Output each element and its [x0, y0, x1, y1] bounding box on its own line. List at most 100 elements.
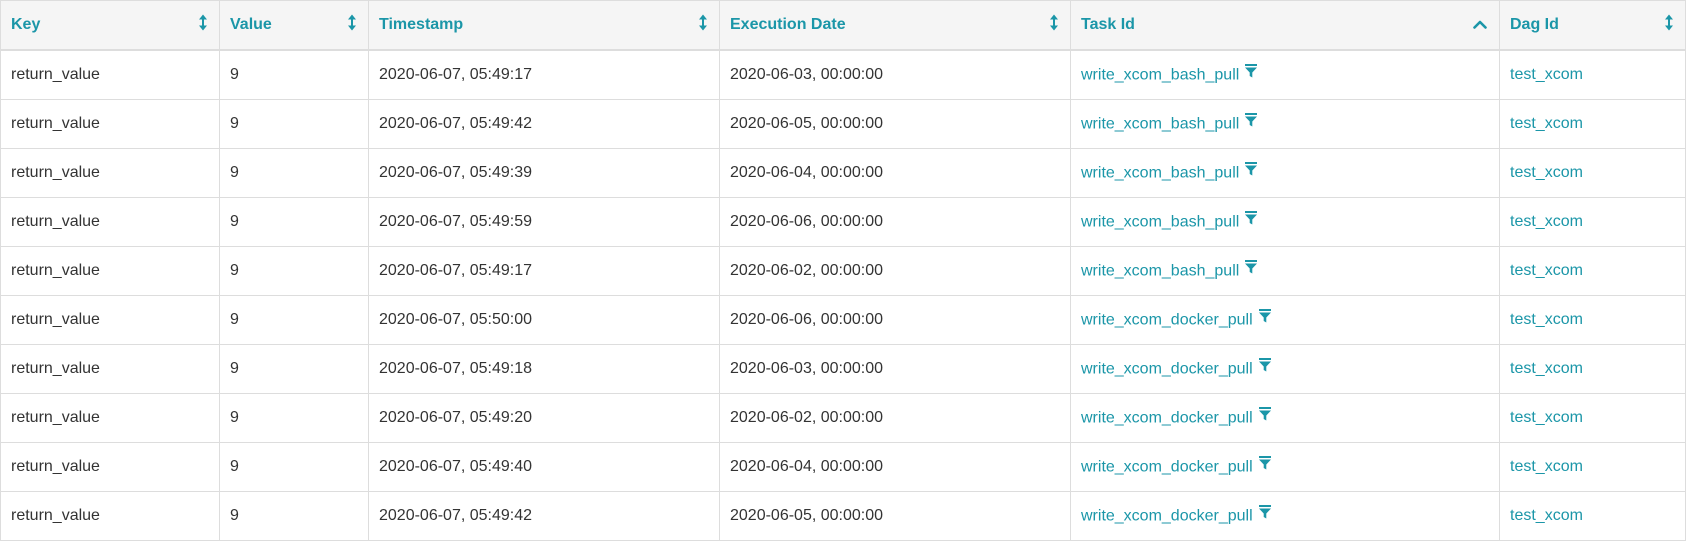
- task-id-link[interactable]: write_xcom_bash_pull: [1081, 262, 1239, 279]
- filter-icon[interactable]: [1245, 112, 1258, 132]
- column-header-task-id[interactable]: Task Id: [1070, 0, 1500, 51]
- task-id-link[interactable]: write_xcom_bash_pull: [1081, 115, 1239, 132]
- cell-key: return_value: [0, 197, 220, 247]
- cell-value: 9: [219, 148, 369, 198]
- cell-value: 9: [219, 295, 369, 345]
- dag-id-link[interactable]: test_xcom: [1510, 213, 1583, 230]
- cell-execution-date: 2020-06-04, 00:00:00: [719, 442, 1071, 492]
- key-text: return_value: [11, 164, 100, 181]
- dag-id-link[interactable]: test_xcom: [1510, 115, 1583, 132]
- table-header-row: Key Value Timestamp Execution Date Task …: [0, 0, 1686, 51]
- column-header-key[interactable]: Key: [0, 0, 220, 51]
- dag-id-link[interactable]: test_xcom: [1510, 360, 1583, 377]
- sort-both-icon[interactable]: [348, 14, 356, 36]
- value-text: 9: [230, 360, 239, 377]
- timestamp-text: 2020-06-07, 05:49:39: [379, 164, 533, 181]
- column-header-label: Value: [230, 15, 272, 33]
- filter-icon[interactable]: [1245, 161, 1258, 181]
- filter-icon[interactable]: [1258, 308, 1271, 328]
- cell-execution-date: 2020-06-03, 00:00:00: [719, 49, 1071, 100]
- task-id-link[interactable]: write_xcom_docker_pull: [1081, 311, 1253, 328]
- cell-task-id: write_xcom_bash_pull: [1070, 197, 1500, 247]
- cell-dag-id: test_xcom: [1499, 393, 1686, 443]
- cell-task-id: write_xcom_docker_pull: [1070, 295, 1500, 345]
- cell-dag-id: test_xcom: [1499, 442, 1686, 492]
- filter-icon[interactable]: [1258, 406, 1271, 426]
- cell-value: 9: [219, 344, 369, 394]
- cell-task-id: write_xcom_docker_pull: [1070, 442, 1500, 492]
- cell-dag-id: test_xcom: [1499, 197, 1686, 247]
- cell-dag-id: test_xcom: [1499, 295, 1686, 345]
- sort-both-icon[interactable]: [1665, 14, 1673, 36]
- value-text: 9: [230, 213, 239, 230]
- sort-both-icon[interactable]: [199, 14, 207, 36]
- column-header-execution-date[interactable]: Execution Date: [719, 0, 1071, 51]
- column-header-timestamp[interactable]: Timestamp: [368, 0, 720, 51]
- column-header-dag-id[interactable]: Dag Id: [1499, 0, 1686, 51]
- filter-icon[interactable]: [1245, 259, 1258, 279]
- cell-timestamp: 2020-06-07, 05:49:40: [368, 442, 720, 492]
- sort-both-icon[interactable]: [1050, 14, 1058, 36]
- cell-key: return_value: [0, 442, 220, 492]
- cell-execution-date: 2020-06-06, 00:00:00: [719, 295, 1071, 345]
- key-text: return_value: [11, 458, 100, 475]
- cell-dag-id: test_xcom: [1499, 491, 1686, 541]
- task-id-link[interactable]: write_xcom_docker_pull: [1081, 409, 1253, 426]
- cell-execution-date: 2020-06-03, 00:00:00: [719, 344, 1071, 394]
- task-id-link[interactable]: write_xcom_docker_pull: [1081, 360, 1253, 377]
- cell-dag-id: test_xcom: [1499, 148, 1686, 198]
- task-id-link[interactable]: write_xcom_docker_pull: [1081, 458, 1253, 475]
- task-id-link[interactable]: write_xcom_docker_pull: [1081, 507, 1253, 524]
- cell-timestamp: 2020-06-07, 05:49:59: [368, 197, 720, 247]
- table-row: return_value 9 2020-06-07, 05:49:17 2020-06…: [0, 246, 1686, 296]
- filter-icon[interactable]: [1258, 455, 1271, 475]
- dag-id-link[interactable]: test_xcom: [1510, 409, 1583, 426]
- column-header-label: Key: [11, 15, 41, 33]
- table-body: return_value 9 2020-06-07, 05:49:17 2020-06…: [0, 49, 1686, 541]
- column-header-value[interactable]: Value: [219, 0, 369, 51]
- cell-value: 9: [219, 393, 369, 443]
- cell-task-id: write_xcom_bash_pull: [1070, 246, 1500, 296]
- key-text: return_value: [11, 115, 100, 132]
- sort-asc-icon[interactable]: [1473, 16, 1487, 34]
- timestamp-text: 2020-06-07, 05:49:42: [379, 507, 533, 524]
- table-row: return_value 9 2020-06-07, 05:49:20 2020-06…: [0, 393, 1686, 443]
- cell-timestamp: 2020-06-07, 05:49:17: [368, 246, 720, 296]
- dag-id-link[interactable]: test_xcom: [1510, 66, 1583, 83]
- sort-both-icon[interactable]: [699, 14, 707, 36]
- cell-execution-date: 2020-06-05, 00:00:00: [719, 99, 1071, 149]
- timestamp-text: 2020-06-07, 05:50:00: [379, 311, 533, 328]
- cell-key: return_value: [0, 344, 220, 394]
- execution-date-text: 2020-06-06, 00:00:00: [730, 311, 884, 328]
- cell-value: 9: [219, 246, 369, 296]
- cell-value: 9: [219, 491, 369, 541]
- filter-icon[interactable]: [1245, 63, 1258, 83]
- cell-key: return_value: [0, 295, 220, 345]
- dag-id-link[interactable]: test_xcom: [1510, 164, 1583, 181]
- dag-id-link[interactable]: test_xcom: [1510, 458, 1583, 475]
- dag-id-link[interactable]: test_xcom: [1510, 311, 1583, 328]
- filter-icon[interactable]: [1258, 504, 1271, 524]
- cell-execution-date: 2020-06-06, 00:00:00: [719, 197, 1071, 247]
- task-id-link[interactable]: write_xcom_bash_pull: [1081, 213, 1239, 230]
- cell-dag-id: test_xcom: [1499, 49, 1686, 100]
- cell-execution-date: 2020-06-02, 00:00:00: [719, 246, 1071, 296]
- execution-date-text: 2020-06-05, 00:00:00: [730, 115, 884, 132]
- dag-id-link[interactable]: test_xcom: [1510, 262, 1583, 279]
- cell-execution-date: 2020-06-05, 00:00:00: [719, 491, 1071, 541]
- dag-id-link[interactable]: test_xcom: [1510, 507, 1583, 524]
- task-id-link[interactable]: write_xcom_bash_pull: [1081, 66, 1239, 83]
- task-id-link[interactable]: write_xcom_bash_pull: [1081, 164, 1239, 181]
- filter-icon[interactable]: [1258, 357, 1271, 377]
- value-text: 9: [230, 115, 239, 132]
- cell-value: 9: [219, 442, 369, 492]
- filter-icon[interactable]: [1245, 210, 1258, 230]
- value-text: 9: [230, 458, 239, 475]
- key-text: return_value: [11, 409, 100, 426]
- cell-task-id: write_xcom_bash_pull: [1070, 148, 1500, 198]
- cell-task-id: write_xcom_bash_pull: [1070, 49, 1500, 100]
- table-row: return_value 9 2020-06-07, 05:49:40 2020-06…: [0, 442, 1686, 492]
- value-text: 9: [230, 311, 239, 328]
- execution-date-text: 2020-06-02, 00:00:00: [730, 409, 884, 426]
- cell-execution-date: 2020-06-04, 00:00:00: [719, 148, 1071, 198]
